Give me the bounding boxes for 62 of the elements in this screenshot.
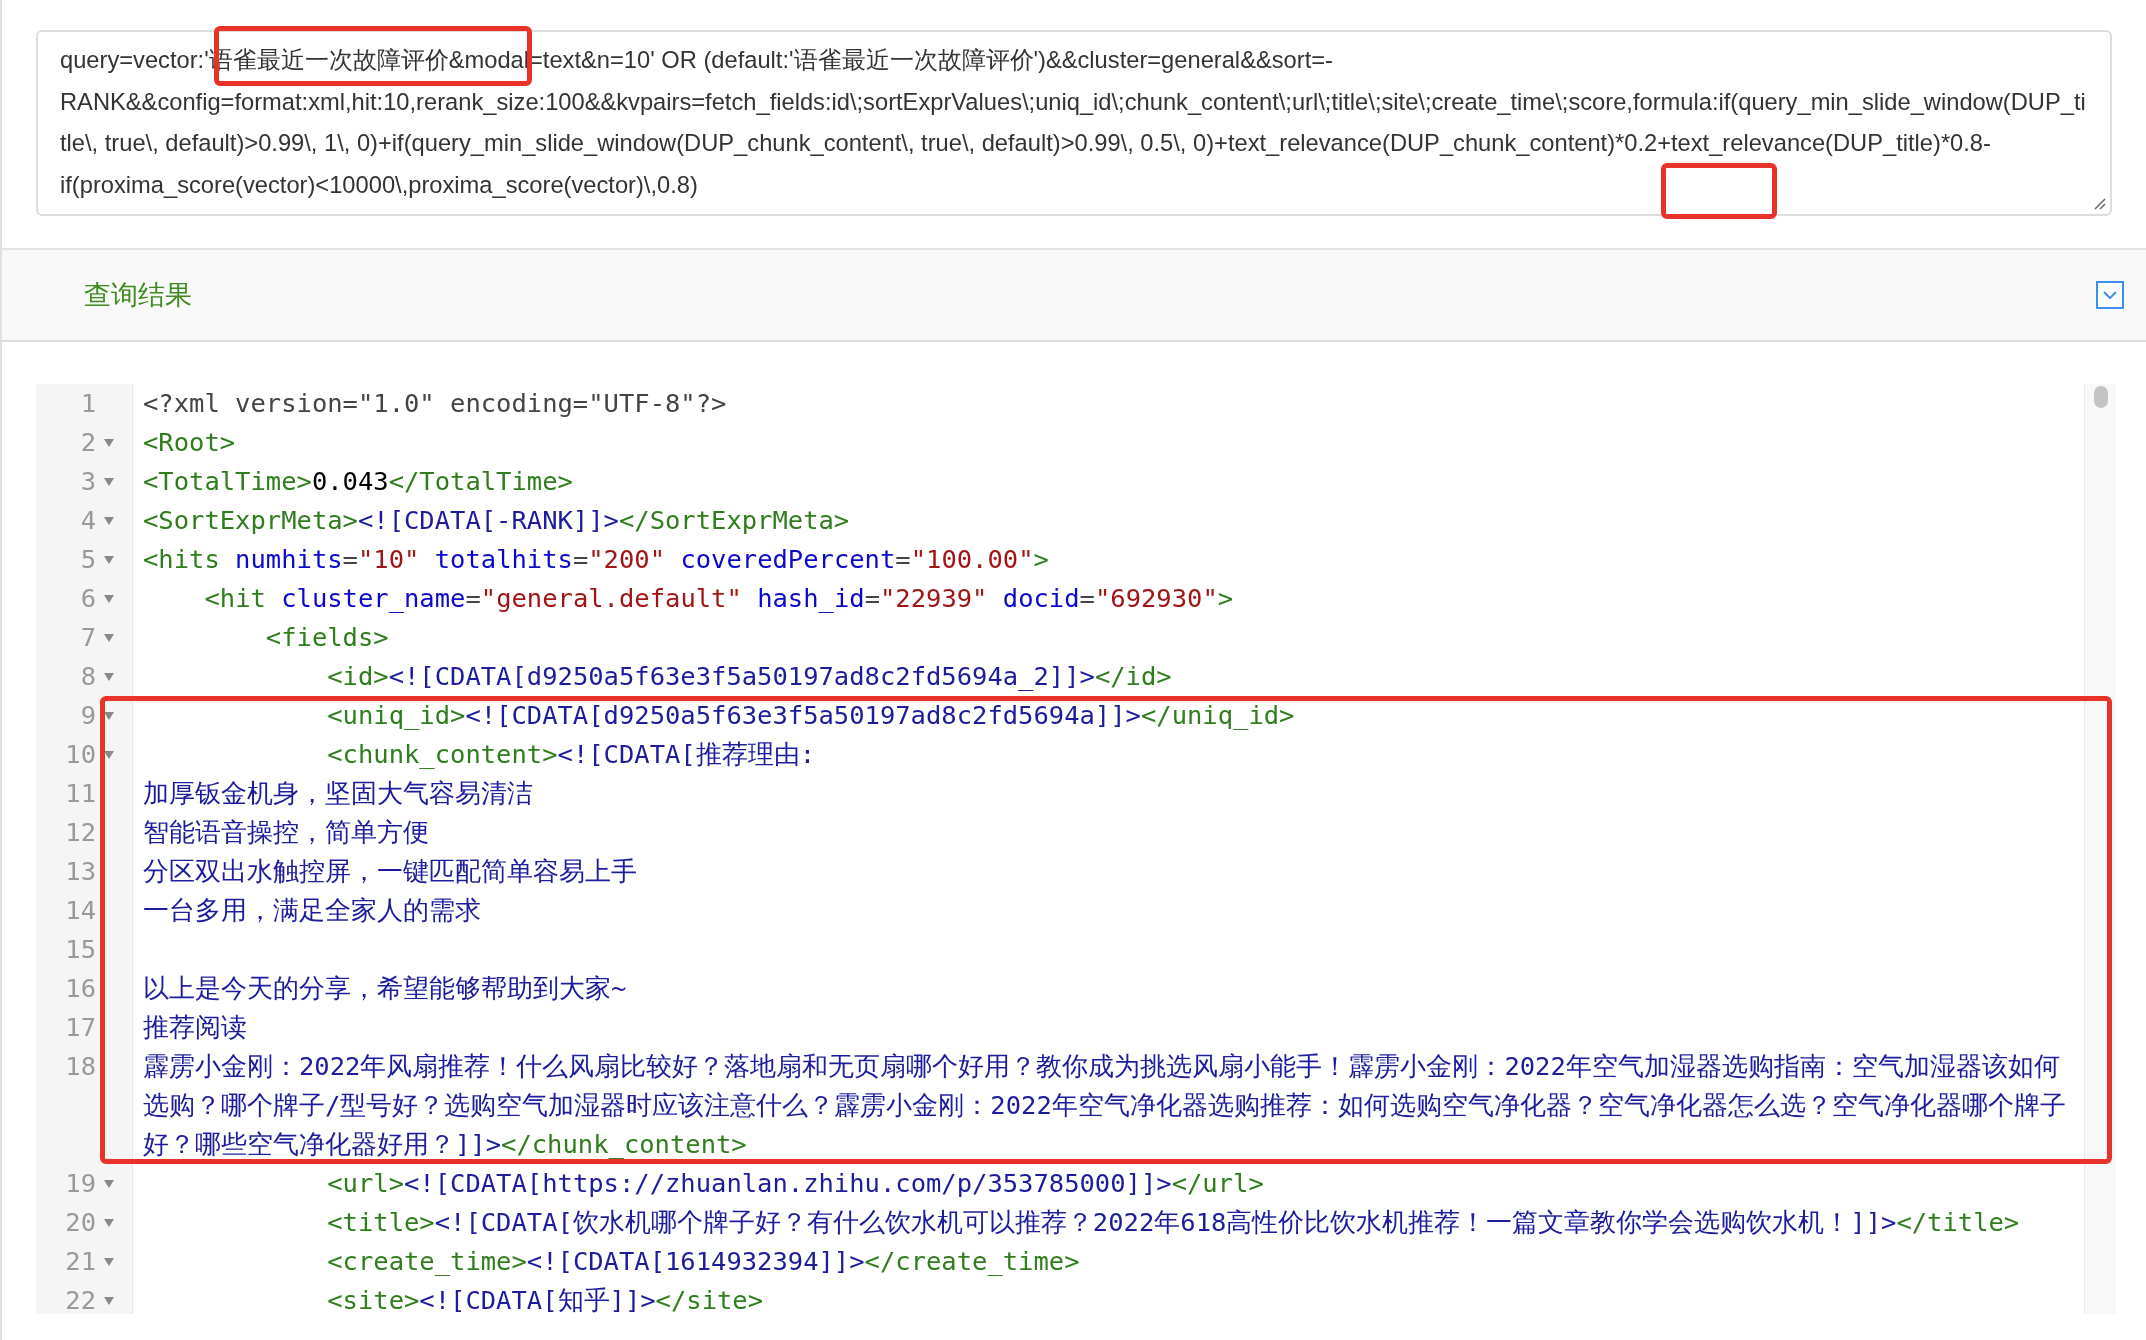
line-number: 4	[80, 504, 97, 537]
scrollbar-thumb[interactable]	[2093, 386, 2108, 408]
code-line: <SortExprMeta><![CDATA[-RANK]]></SortExprMeta>	[143, 505, 850, 535]
code-line: 加厚钣金机身，坚固大气容易清洁	[143, 778, 533, 808]
line-number: 11	[65, 777, 97, 810]
line-number: 20	[65, 1206, 97, 1239]
panel-title: 查询结果	[84, 278, 192, 312]
code-line: <create_time><![CDATA[1614932394]]></create_time>	[326, 1246, 1080, 1276]
fold-arrow-icon[interactable]	[104, 750, 114, 759]
line-number: 17	[65, 1011, 97, 1044]
code-line: <TotalTime>0.043</TotalTime>	[143, 466, 573, 496]
code-line: 推荐阅读	[143, 1012, 247, 1042]
line-number: 3	[80, 465, 97, 498]
line-number: 6	[80, 582, 97, 615]
line-number: 5	[80, 543, 97, 576]
fold-arrow-icon[interactable]	[104, 1296, 114, 1305]
fold-arrow-icon[interactable]	[104, 711, 114, 720]
fold-arrow-icon[interactable]	[104, 1257, 114, 1266]
line-number: 21	[65, 1245, 97, 1278]
line-number: 8	[80, 660, 97, 693]
fold-arrow-icon[interactable]	[104, 1179, 114, 1188]
line-number: 12	[65, 816, 97, 849]
line-number: 16	[65, 972, 97, 1005]
fold-arrow-icon[interactable]	[104, 1218, 114, 1227]
line-number: 10	[65, 738, 97, 771]
code-line: <Root>	[143, 427, 236, 457]
scrollbar[interactable]	[2084, 384, 2116, 1314]
line-number: 9	[80, 699, 97, 732]
fold-arrow-icon[interactable]	[104, 516, 114, 525]
fold-arrow-icon[interactable]	[104, 477, 114, 486]
collapse-toggle[interactable]	[2096, 281, 2124, 309]
line-number: 2	[80, 426, 97, 459]
code-line: 一台多用，满足全家人的需求	[143, 895, 481, 925]
line-number: 7	[80, 621, 97, 654]
code-line: 分区双出水触控屏，一键匹配简单容易上手	[143, 856, 637, 886]
line-number: 15	[65, 933, 97, 966]
code-line: 霹雳小金刚：2022年风扇推荐！什么风扇比较好？落地扇和无页扇哪个好用？教你成为挑选风扇小能手！霹雳小金刚：2022年空气加湿器选购指南：空气加湿器该如何选购？哪个牌子/型号好？选购空气加湿器时应该注意什么？霹雳小金刚：2022年空气净化器选购推荐：如何选购空气净化器？空气净化器怎么选？空气净化器哪个牌子好？哪些空气净化器好用？]]></chunk_content>	[143, 1051, 2066, 1159]
code-line: <chunk_content><![CDATA[推荐理由:	[326, 739, 816, 769]
resize-handle-icon[interactable]	[2092, 196, 2106, 210]
code-line: <hits numhits="10" totalhits="200" coveredPercent="100.00">	[143, 544, 1049, 574]
fold-arrow-icon[interactable]	[104, 672, 114, 681]
fold-arrow-icon[interactable]	[104, 555, 114, 564]
line-number: 18	[65, 1050, 97, 1083]
code-line: <id><![CDATA[d9250a5f63e3f5a50197ad8c2fd5694a_2]]></id>	[326, 661, 1172, 691]
code-line: <site><![CDATA[知乎]]></site>	[326, 1285, 764, 1314]
line-number: 1	[80, 387, 97, 420]
line-number: 19	[65, 1167, 97, 1200]
code-line: 智能语音操控，简单方便	[143, 817, 429, 847]
code-line: <?xml version="1.0" encoding="UTF-8"?>	[143, 388, 727, 418]
code-line: <hit cluster_name="general.default" hash_id="22939" docid="692930">	[203, 583, 1234, 613]
code-line: 以上是今天的分享，希望能够帮助到大家~	[143, 973, 627, 1003]
code-line: <fields>	[264, 622, 389, 652]
code-line: <uniq_id><![CDATA[d9250a5f63e3f5a50197ad8c2fd5694a]]></uniq_id>	[326, 700, 1295, 730]
line-number: 22	[65, 1284, 97, 1314]
line-number: 14	[65, 894, 97, 927]
chevron-down-icon	[2103, 290, 2117, 300]
fold-arrow-icon[interactable]	[104, 594, 114, 603]
line-number: 13	[65, 855, 97, 888]
fold-arrow-icon[interactable]	[104, 633, 114, 642]
code-line: <url><![CDATA[https://zhuanlan.zhihu.com/p/353785000]]></url>	[326, 1168, 1264, 1198]
fold-arrow-icon[interactable]	[104, 438, 114, 447]
code-line: <title><![CDATA[饮水机哪个牌子好？有什么饮水机可以推荐？2022年618高性价比饮水机推荐！一篇文章教你学会选购饮水机！]]></title>	[326, 1207, 2020, 1237]
